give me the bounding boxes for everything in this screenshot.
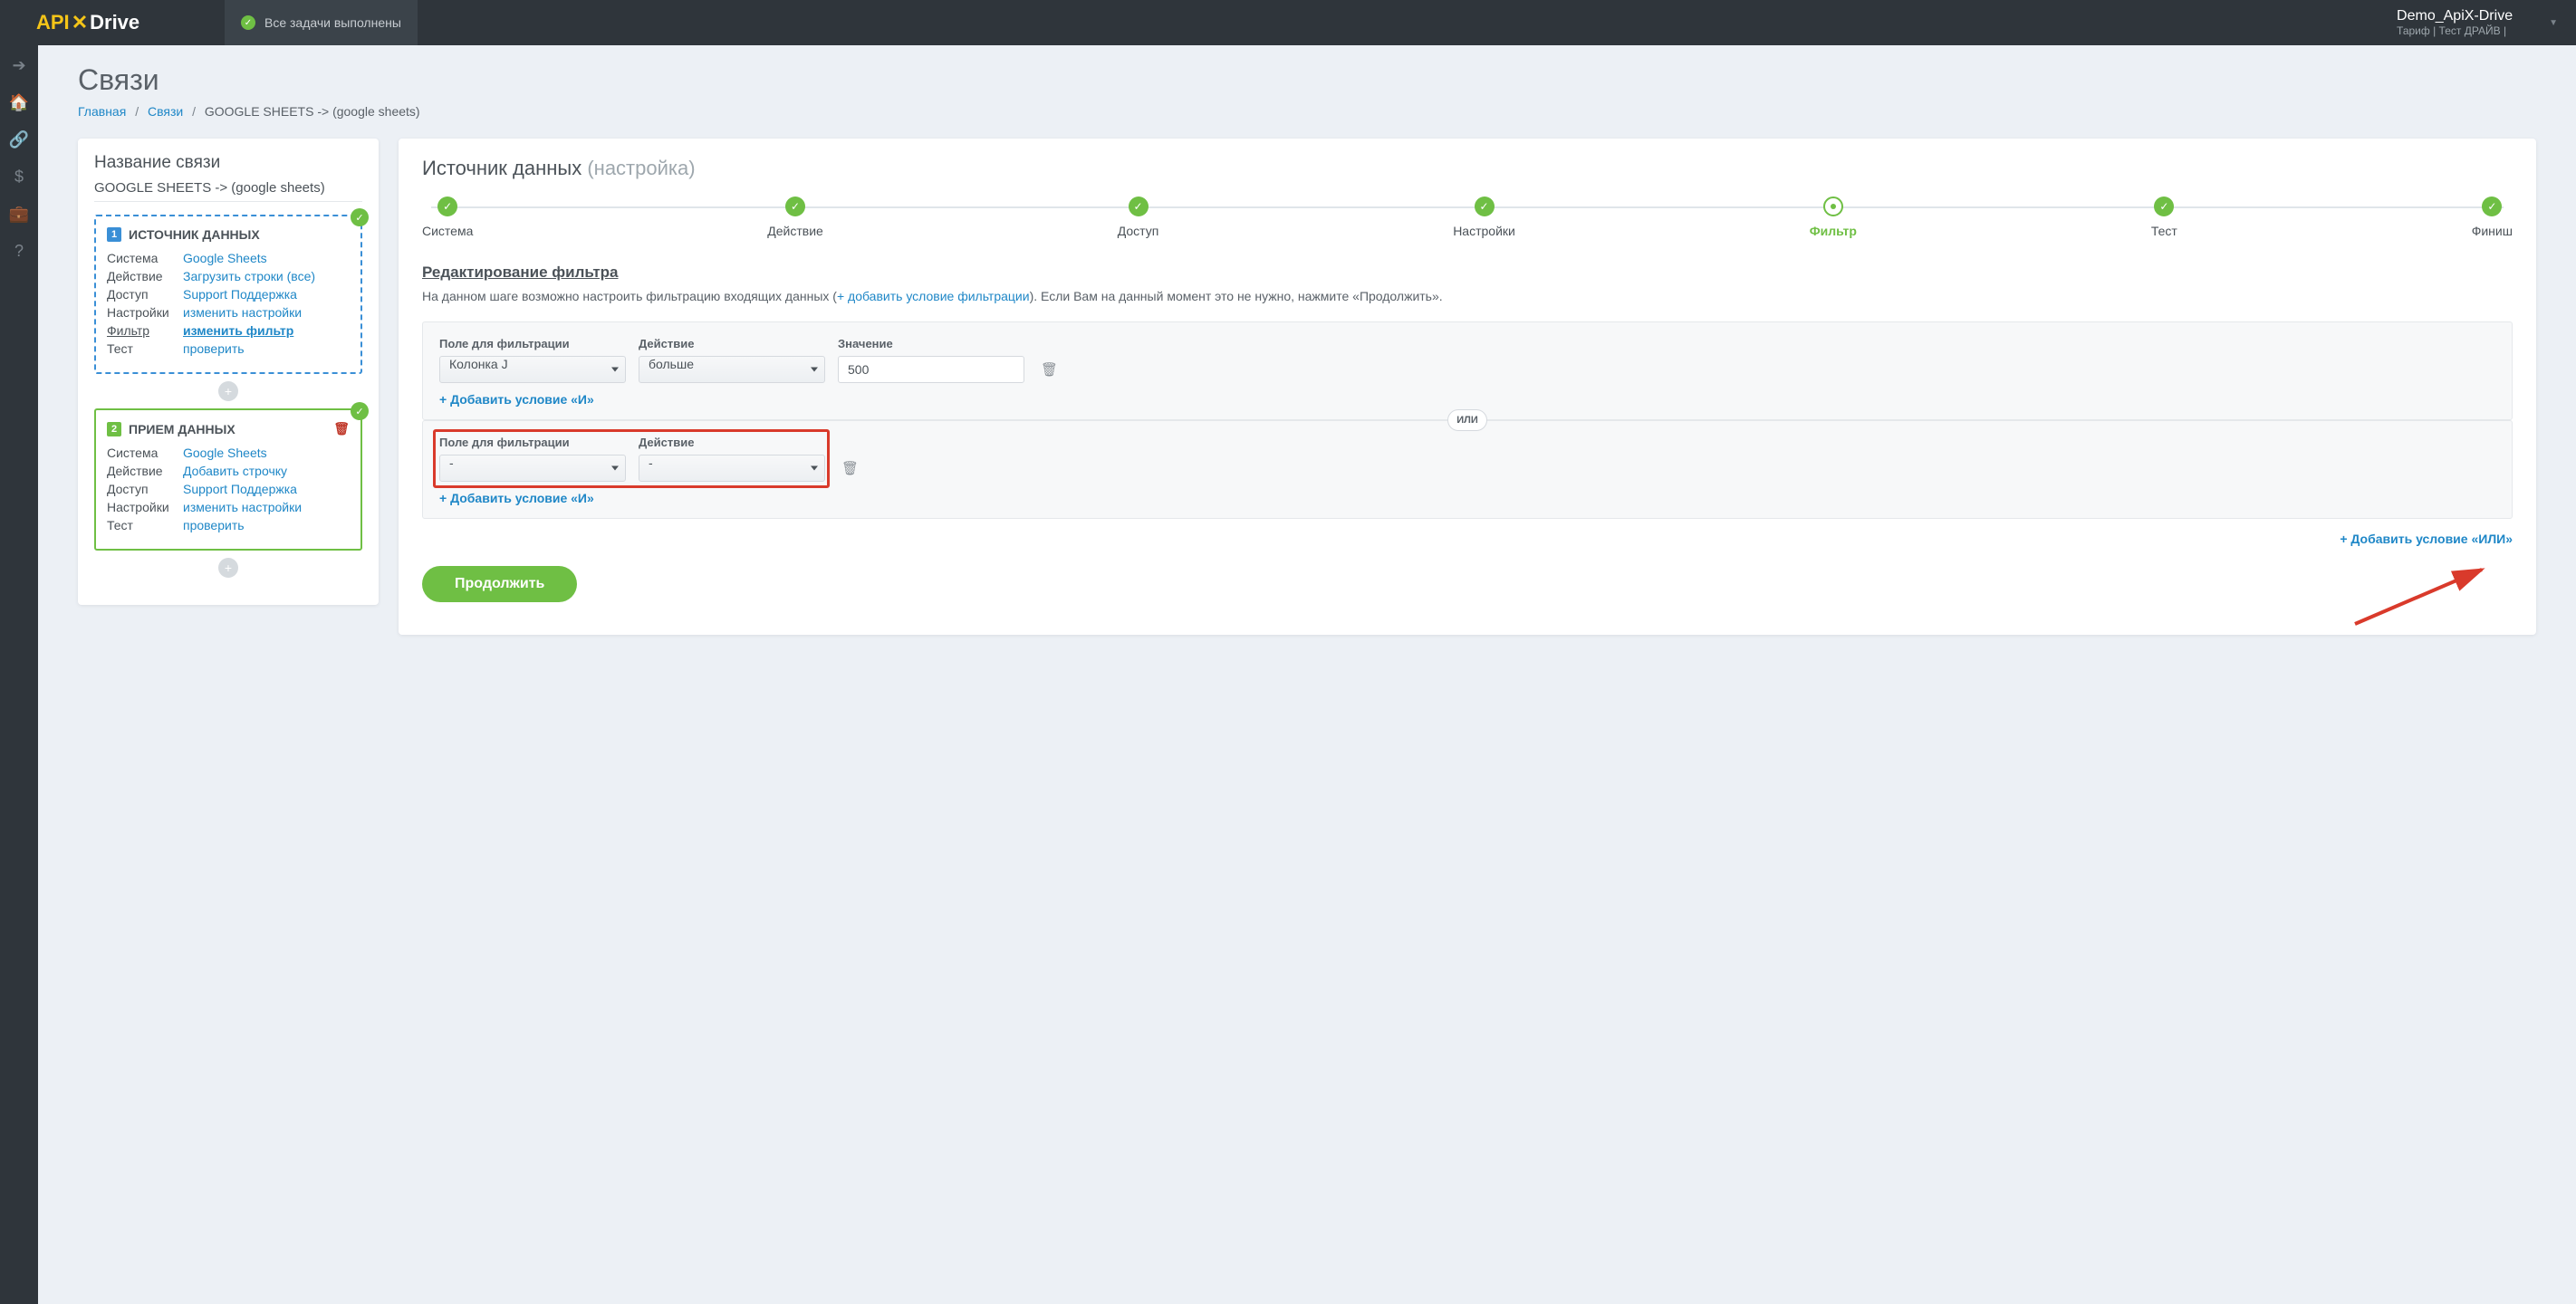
tariff-label: Тариф | Тест ДРАЙВ | (2397, 24, 2513, 37)
annotation-arrow (2355, 562, 2500, 626)
or-separator: ИЛИ (1447, 409, 1487, 431)
dest-settings-link[interactable]: изменить настройки (183, 500, 302, 514)
tasks-label: Все задачи выполнены (264, 15, 401, 30)
source-header-label: ИСТОЧНИК ДАННЫХ (129, 227, 260, 242)
source-settings-link[interactable]: изменить настройки (183, 305, 302, 320)
connection-name[interactable]: GOOGLE SHEETS -> (google sheets) (94, 180, 362, 202)
stepper: ✓Система ✓Действие ✓Доступ ✓Настройки Фи… (422, 197, 2513, 238)
add-dest-button[interactable]: + (218, 558, 238, 578)
field-label: Поле для фильтрации (439, 337, 626, 350)
step-access[interactable]: ✓Доступ (1118, 197, 1159, 238)
main-panel: Источник данных (настройка) ✓Система ✓Де… (399, 139, 2536, 635)
connection-title-label: Название связи (94, 153, 362, 173)
content: Связи Главная / Связи / GOOGLE SHEETS ->… (38, 45, 2576, 1304)
page-title: Связи (78, 63, 2536, 97)
sidebar: ➔ 🏠 🔗 $ 💼 ? (0, 45, 38, 1304)
step-filter[interactable]: Фильтр (1810, 197, 1857, 238)
topbar: API✕Drive ✓ Все задачи выполнены Demo_Ap… (0, 0, 2576, 45)
delete-filter2-icon[interactable]: 🗑 (841, 460, 859, 482)
breadcrumb-current: GOOGLE SHEETS -> (google sheets) (205, 104, 420, 119)
step-settings[interactable]: ✓Настройки (1453, 197, 1515, 238)
source-system-link[interactable]: Google Sheets (183, 251, 267, 265)
filter-section-title: Редактирование фильтра (422, 264, 2513, 282)
step-test[interactable]: ✓Тест (2151, 197, 2177, 238)
filter-group-1: Поле для фильтрации Колонка J Действие б… (422, 321, 2513, 420)
panel-title: Источник данных (настройка) (422, 157, 2513, 180)
filter2-field-select[interactable]: - (439, 455, 626, 482)
dest-header-label: ПРИЕМ ДАННЫХ (129, 422, 235, 436)
breadcrumb: Главная / Связи / GOOGLE SHEETS -> (goog… (78, 104, 2536, 119)
step-system[interactable]: ✓Система (422, 197, 473, 238)
dest-action-link[interactable]: Добавить строчку (183, 464, 287, 478)
filter1-value-input[interactable] (838, 356, 1024, 383)
add-or-wrapper: + Добавить условие «ИЛИ» (422, 532, 2513, 546)
source-block: ✓ 1 ИСТОЧНИК ДАННЫХ СистемаGoogle Sheets… (94, 215, 362, 374)
filter-group-2: Поле для фильтрации - Действие - 🗑 + Доб (422, 420, 2513, 519)
logo-x-icon: ✕ (72, 11, 88, 34)
filter1-action-select[interactable]: больше (639, 356, 825, 383)
field-label: Поле для фильтрации (439, 436, 626, 449)
dest-test-link[interactable]: проверить (183, 518, 245, 532)
account-menu[interactable]: Demo_ApiX-Drive Тариф | Тест ДРАЙВ | ▼ (2397, 8, 2576, 37)
arrow-right-icon[interactable]: ➔ (12, 56, 25, 75)
status-ok-icon: ✓ (351, 402, 369, 420)
help-icon[interactable]: ? (14, 242, 24, 261)
logo-text-1: API (36, 11, 70, 34)
delete-filter1-icon[interactable]: 🗑 (1041, 361, 1058, 383)
source-filter-link[interactable]: изменить фильтр (183, 323, 293, 338)
source-action-link[interactable]: Загрузить строки (все) (183, 269, 315, 283)
action-label: Действие (639, 337, 825, 350)
value-label: Значение (838, 337, 1024, 350)
source-number: 1 (107, 227, 121, 242)
status-ok-icon: ✓ (351, 208, 369, 226)
filter-description: На данном шаге возможно настроить фильтр… (422, 287, 2513, 305)
home-icon[interactable]: 🏠 (9, 93, 29, 112)
source-test-link[interactable]: проверить (183, 341, 245, 356)
step-action[interactable]: ✓Действие (767, 197, 823, 238)
breadcrumb-links[interactable]: Связи (148, 104, 183, 119)
filter1-field-select[interactable]: Колонка J (439, 356, 626, 383)
add-filter-inline-link[interactable]: + добавить условие фильтрации (837, 289, 1030, 303)
dest-header: 2 ПРИЕМ ДАННЫХ 🗑 (107, 421, 350, 436)
breadcrumb-home[interactable]: Главная (78, 104, 126, 119)
continue-button[interactable]: Продолжить (422, 566, 577, 602)
source-header: 1 ИСТОЧНИК ДАННЫХ (107, 227, 350, 242)
dollar-icon[interactable]: $ (14, 168, 24, 187)
dest-number: 2 (107, 422, 121, 436)
connection-sidebar: Название связи GOOGLE SHEETS -> (google … (78, 139, 379, 605)
sitemap-icon[interactable]: 🔗 (9, 130, 29, 149)
account-name: Demo_ApiX-Drive (2397, 8, 2513, 24)
check-icon: ✓ (241, 15, 255, 30)
logo[interactable]: API✕Drive (0, 11, 225, 34)
briefcase-icon[interactable]: 💼 (9, 205, 29, 224)
add-or-link[interactable]: + Добавить условие «ИЛИ» (2340, 532, 2513, 546)
add-between-button[interactable]: + (218, 381, 238, 401)
dest-system-link[interactable]: Google Sheets (183, 446, 267, 460)
add-and-2-link[interactable]: + Добавить условие «И» (439, 491, 594, 505)
delete-dest-icon[interactable]: 🗑 (333, 421, 350, 436)
tasks-status[interactable]: ✓ Все задачи выполнены (225, 0, 418, 45)
filter2-action-select[interactable]: - (639, 455, 825, 482)
step-finish[interactable]: ✓Финиш (2472, 197, 2513, 238)
add-and-1-link[interactable]: + Добавить условие «И» (439, 392, 594, 407)
source-access-link[interactable]: Support Поддержка (183, 287, 297, 302)
action-label: Действие (639, 436, 825, 449)
dest-access-link[interactable]: Support Поддержка (183, 482, 297, 496)
chevron-down-icon: ▼ (2549, 18, 2558, 28)
logo-text-2: Drive (90, 11, 139, 34)
dest-block: ✓ 2 ПРИЕМ ДАННЫХ 🗑 СистемаGoogle Sheets … (94, 408, 362, 551)
